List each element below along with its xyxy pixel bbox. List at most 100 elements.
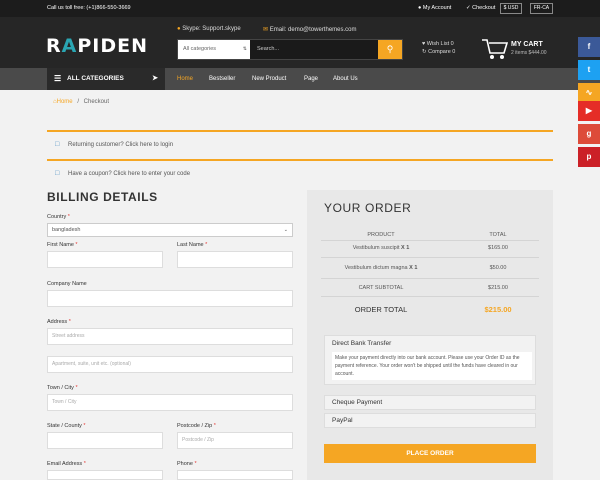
required-mark: * — [83, 423, 86, 429]
first-name-label: First Name * — [47, 242, 78, 248]
search-category-select[interactable]: All categories ⇅ — [178, 40, 250, 59]
divider — [321, 278, 539, 279]
circle-chevron-icon: ➤ — [152, 75, 158, 82]
address-input[interactable]: Street address — [47, 328, 293, 345]
nav-bestseller[interactable]: Bestseller — [209, 68, 235, 90]
compare-link[interactable]: ↻ Compare 0 — [422, 49, 455, 55]
last-name-input[interactable] — [177, 251, 293, 268]
col-product: PRODUCT — [367, 232, 395, 238]
payment-paypal[interactable]: PayPal — [324, 413, 536, 428]
phone-input[interactable] — [177, 470, 293, 480]
all-categories-label: ALL CATEGORIES — [67, 75, 124, 82]
payment-cheque[interactable]: Cheque Payment — [324, 395, 536, 410]
required-mark: * — [194, 461, 197, 467]
item-name: Vestibulum dictum magna — [344, 265, 408, 271]
order-total-label: ORDER TOTAL — [354, 305, 408, 314]
top-bar: Call us toll free: (+1)866-550-3669 ● My… — [0, 0, 600, 17]
all-categories-button[interactable]: ☰ ALL CATEGORIES ➤ — [47, 68, 165, 90]
address-label-text: Address — [47, 319, 68, 325]
phone-label: Phone * — [177, 461, 197, 467]
company-input[interactable] — [47, 290, 293, 307]
address2-input[interactable]: Apartment, suite, unit etc. (optional) — [47, 356, 293, 373]
email-label-text: Email Address — [47, 461, 83, 467]
skype-text: Skype: Support.skype — [182, 26, 241, 32]
language-select[interactable]: FR-CA — [530, 3, 553, 14]
subtotal-label: CART SUBTOTAL — [358, 285, 404, 291]
cart-title[interactable]: MY CART — [511, 41, 543, 48]
postcode-label: Postcode / Zip * — [177, 423, 216, 429]
coupon-notice[interactable]: □ Have a coupon? Click here to enter you… — [47, 159, 553, 187]
divider — [321, 296, 539, 297]
billing-title: BILLING DETAILS — [47, 190, 158, 204]
item-total: $165.00 — [488, 245, 508, 251]
last-name-label-text: Last Name — [177, 242, 204, 248]
folder-icon: □ — [55, 170, 60, 177]
cart-icon[interactable] — [481, 37, 509, 61]
town-label-text: Town / City — [47, 385, 74, 391]
country-label: Country * — [47, 214, 70, 220]
skype-info: ● Skype: Support.skype — [177, 26, 241, 32]
breadcrumb-home[interactable]: ⌂Home — [53, 99, 73, 105]
check-icon: ✓ — [466, 5, 471, 11]
my-account-link[interactable]: ● My Account — [418, 5, 451, 11]
login-notice-text: Returning customer? Click here to login — [68, 142, 174, 148]
search-input[interactable]: Search... — [252, 40, 380, 59]
email-input[interactable] — [47, 470, 163, 480]
required-mark: * — [68, 319, 71, 325]
logo[interactable]: RAPIDEN — [46, 35, 148, 57]
town-input[interactable]: Town / City — [47, 394, 293, 411]
facebook-icon[interactable]: f — [578, 37, 600, 57]
required-mark: * — [67, 214, 70, 220]
required-mark: * — [205, 242, 208, 248]
payment-bank[interactable]: Direct Bank Transfer Make your payment d… — [324, 335, 536, 385]
wishlist-link[interactable]: ♥ Wish List 0 — [422, 41, 454, 47]
nav-new-product[interactable]: New Product — [252, 68, 286, 90]
folder-icon: □ — [55, 141, 60, 148]
last-name-label: Last Name * — [177, 242, 207, 248]
country-select[interactable]: bangladesh ⌄ — [47, 223, 293, 237]
subtotal-value: $215.00 — [488, 285, 508, 291]
nav-home[interactable]: Home — [177, 68, 193, 90]
company-label: Company Name — [47, 281, 87, 287]
logo-letter-r: R — [46, 35, 62, 57]
email-label: Email Address * — [47, 461, 86, 467]
required-mark: * — [83, 461, 86, 467]
place-order-button[interactable]: PLACE ORDER — [324, 444, 536, 463]
chevron-down-icon: ⌄ — [283, 227, 288, 233]
cart-summary: 2 items $444.00 — [511, 50, 547, 56]
checkout-link[interactable]: ✓ Checkout — [466, 5, 495, 11]
nav-about-us[interactable]: About Us — [333, 68, 358, 90]
first-name-label-text: First Name — [47, 242, 74, 248]
required-mark: * — [213, 423, 216, 429]
login-notice[interactable]: □ Returning customer? Click here to logi… — [47, 130, 553, 158]
state-input[interactable] — [47, 432, 163, 449]
payment-bank-label: Direct Bank Transfer — [332, 340, 392, 347]
required-mark: * — [75, 385, 78, 391]
search-button[interactable]: ⚲ — [378, 40, 402, 59]
pinterest-icon[interactable]: p — [578, 147, 600, 167]
checkout-label: Checkout — [472, 5, 496, 11]
heart-icon: ♥ — [422, 41, 426, 47]
email-text: Email: demo@towerthemes.com — [269, 27, 357, 33]
header: RAPIDEN ● Skype: Support.skype ✉ Email: … — [0, 17, 600, 68]
twitter-icon[interactable]: t — [578, 60, 600, 80]
breadcrumb-home-label: Home — [56, 99, 73, 105]
google-plus-icon[interactable]: g — [578, 124, 600, 144]
wishlist-label: Wish List 0 — [426, 41, 454, 47]
currency-select[interactable]: $ USD — [500, 3, 522, 14]
first-name-input[interactable] — [47, 251, 163, 268]
payment-bank-description: Make your payment directly into our bank… — [332, 352, 532, 380]
breadcrumb-current: Checkout — [83, 99, 110, 105]
youtube-icon[interactable]: ▶ — [578, 101, 600, 121]
nav-page[interactable]: Page — [304, 68, 318, 90]
postcode-input[interactable]: Postcode / Zip — [177, 432, 293, 449]
item-total: $50.00 — [489, 265, 507, 271]
item-name: Vestibulum suscipit — [352, 245, 400, 251]
breadcrumb: ⌂Home / Checkout — [53, 99, 109, 105]
town-label: Town / City * — [47, 385, 78, 391]
country-value: bangladesh — [52, 227, 81, 233]
coupon-notice-text: Have a coupon? Click here to enter your … — [68, 171, 191, 177]
required-mark: * — [75, 242, 78, 248]
rss-icon[interactable]: ∿ — [578, 83, 600, 103]
updown-icon: ⇅ — [242, 46, 247, 52]
